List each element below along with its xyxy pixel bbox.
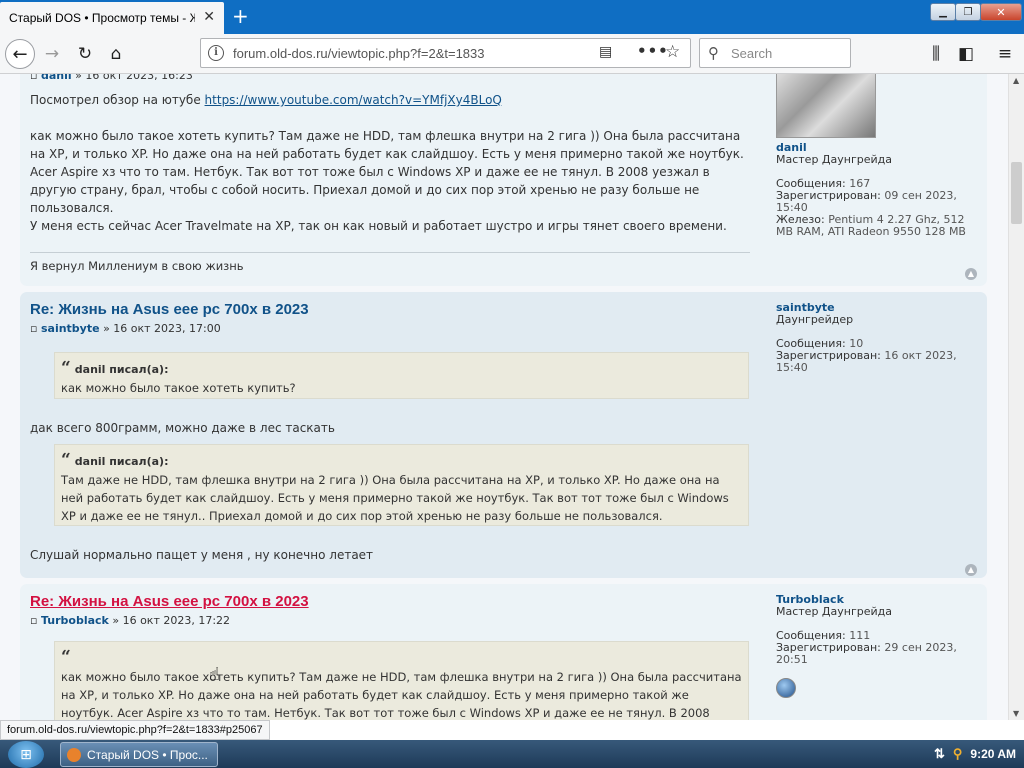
windows-logo-icon: ⊞ — [20, 746, 32, 763]
post-text: Посмотрел обзор на ютубе — [30, 93, 205, 107]
search-tray-icon[interactable]: ⚲ — [953, 746, 963, 762]
post-meta: ▫ saintbyte » 16 окт 2023, 17:00 — [30, 322, 221, 335]
post-date: » 16 окт 2023, 17:00 — [103, 322, 221, 335]
mouse-pointer-icon: ☝ — [209, 664, 220, 685]
post-meta: ▫ Turboblack » 16 окт 2023, 17:22 — [30, 614, 230, 627]
post-date: » 16 окт 2023, 17:22 — [112, 614, 231, 627]
post-saintbyte: Re: Жизнь на Asus eee pc 700x в 2023 ▫ s… — [20, 292, 987, 578]
status-url: forum.old-dos.ru/viewtopic.php?f=2&t=183… — [0, 720, 270, 740]
address-bar[interactable]: i forum.old-dos.ru/viewtopic.php?f=2&t=1… — [200, 38, 691, 68]
arrow-right-icon: → — [44, 44, 60, 64]
menu-button[interactable]: ≡ — [993, 42, 1017, 66]
reader-view-icon[interactable]: ▤ — [599, 44, 612, 60]
info-icon[interactable]: i — [208, 45, 224, 61]
search-icon: ⚲ — [708, 44, 719, 62]
quote-icon: “ — [61, 358, 71, 378]
post-paragraph: Слушай нормально пащет у меня , ну конеч… — [30, 548, 374, 562]
website-globe-icon[interactable] — [776, 678, 796, 698]
sidebar-icon: ◧ — [957, 44, 975, 64]
navigation-toolbar: ← → ↻ ⌂ i forum.old-dos.ru/viewtopic.php… — [0, 34, 1024, 74]
firefox-icon — [67, 747, 81, 762]
post-icon: ▫ — [30, 74, 38, 82]
start-button[interactable]: ⊞ — [8, 741, 44, 768]
post-title-link[interactable]: Re: Жизнь на Asus eee pc 700x в 2023 — [30, 301, 309, 318]
windows-taskbar: ⊞ Старый DOS • Прос... ⇅ ⚲ 9:20 AM — [0, 740, 1024, 768]
hamburger-icon: ≡ — [997, 44, 1013, 64]
window-close-button[interactable]: ✕ — [980, 3, 1022, 21]
back-to-top-icon[interactable]: ▲ — [965, 564, 977, 576]
post-icon: ▫ — [30, 614, 38, 627]
reload-button[interactable]: ↻ — [73, 42, 97, 66]
post-icon: ▫ — [30, 322, 38, 335]
post-profile: danil Мастер Даунгрейда Сообщения: 167 З… — [776, 74, 976, 238]
quote-block: “danil писал(а): Там даже не HDD, там фл… — [54, 444, 749, 526]
post-author-link[interactable]: saintbyte — [41, 322, 100, 335]
url-text[interactable]: forum.old-dos.ru/viewtopic.php?f=2&t=183… — [233, 46, 485, 61]
post-body: Посмотрел обзор на ютубе https://www.you… — [30, 91, 750, 109]
taskbar-app-label: Старый DOS • Прос... — [87, 747, 208, 762]
scrollbar-thumb[interactable] — [1011, 162, 1022, 224]
clock[interactable]: 9:20 AM — [970, 747, 1016, 761]
post-turboblack: Re: Жизнь на Asus eee pc 700x в 2023 ▫ T… — [20, 584, 987, 720]
minimize-button[interactable]: ▁ — [930, 3, 956, 21]
quote-icon: “ — [61, 647, 71, 667]
browser-tab[interactable]: Старый DOS • Просмотр темы - Ж ✕ — [0, 2, 224, 34]
home-icon: ⌂ — [110, 44, 122, 64]
quote-icon: “ — [61, 450, 71, 470]
post-paragraph: У меня есть сейчас Acer Travelmate на XP… — [30, 219, 727, 233]
network-icon[interactable]: ⇅ — [934, 746, 945, 762]
quote-cite: danil писал(а): — [74, 363, 169, 376]
page-scrollbar[interactable]: ▲ ▼ — [1008, 74, 1024, 720]
youtube-link[interactable]: https://www.youtube.com/watch?v=YMfjXy4B… — [205, 93, 502, 107]
home-button[interactable]: ⌂ — [104, 42, 128, 66]
page-actions-icon[interactable]: ••• — [637, 42, 669, 60]
profile-rank: Даунгрейдер — [776, 313, 854, 326]
quote-text: Там даже не HDD, там флешка внутри на 2 … — [61, 473, 729, 523]
arrow-left-icon: ← — [12, 43, 28, 65]
post-paragraph: как можно было такое хотеть купить? Там … — [30, 129, 744, 215]
page-content: ▫ danil » 16 окт 2023, 16:23 Посмотрел о… — [0, 74, 1008, 720]
quote-block: “danil писал(а): как можно было такое хо… — [54, 352, 749, 399]
post-author-link[interactable]: danil — [41, 74, 72, 82]
post-signature: Я вернул Миллениум в свою жизнь — [30, 252, 750, 273]
profile-rank: Мастер Даунгрейда — [776, 605, 892, 618]
tab-close-icon[interactable]: ✕ — [203, 10, 215, 24]
back-button[interactable]: ← — [5, 39, 35, 69]
post-date: » 16 окт 2023, 16:23 — [75, 74, 193, 82]
system-tray: ⇅ ⚲ 9:20 AM — [914, 740, 1024, 768]
quote-text: как можно было такое хотеть купить? — [61, 381, 296, 395]
tab-strip: Старый DOS • Просмотр темы - Ж ✕ + ▁ ❐ ✕ — [0, 0, 1024, 34]
back-to-top-icon[interactable]: ▲ — [965, 268, 977, 280]
search-box[interactable]: ⚲ Search — [699, 38, 851, 68]
post-title-link[interactable]: Re: Жизнь на Asus eee pc 700x в 2023 — [30, 593, 309, 610]
scroll-up-icon[interactable]: ▲ — [1013, 76, 1019, 85]
bookmark-star-icon[interactable]: ☆ — [665, 42, 680, 62]
quote-text: как можно было такое хотеть купить? Там … — [61, 670, 742, 720]
post-paragraph: дак всего 800грамм, можно даже в лес тас… — [30, 421, 335, 435]
tab-title: Старый DOS • Просмотр темы - Ж — [9, 11, 195, 25]
maximize-button[interactable]: ❐ — [955, 3, 981, 21]
search-placeholder: Search — [731, 46, 773, 61]
profile-rank: Мастер Даунгрейда — [776, 153, 892, 166]
avatar[interactable] — [776, 74, 876, 138]
post-author-link[interactable]: Turboblack — [41, 614, 109, 627]
post-profile: Turboblack Мастер Даунгрейда Сообщения: … — [776, 594, 976, 698]
library-icon: ⫼ — [932, 44, 940, 64]
quote-block: “ как можно было такое хотеть купить? Та… — [54, 641, 749, 720]
scroll-down-icon[interactable]: ▼ — [1013, 709, 1019, 718]
post-danil: ▫ danil » 16 окт 2023, 16:23 Посмотрел о… — [20, 74, 987, 286]
quote-cite: danil писал(а): — [74, 455, 169, 468]
new-tab-button[interactable]: + — [232, 5, 249, 27]
sidebar-button[interactable]: ◧ — [954, 42, 978, 66]
forward-button[interactable]: → — [40, 42, 64, 66]
taskbar-firefox-button[interactable]: Старый DOS • Прос... — [60, 742, 218, 767]
post-profile: saintbyte Даунгрейдер Сообщения: 10 Заре… — [776, 302, 976, 374]
library-button[interactable]: ⫼ — [924, 42, 948, 66]
post-meta: ▫ danil » 16 окт 2023, 16:23 — [30, 74, 193, 82]
reload-icon: ↻ — [77, 44, 93, 64]
